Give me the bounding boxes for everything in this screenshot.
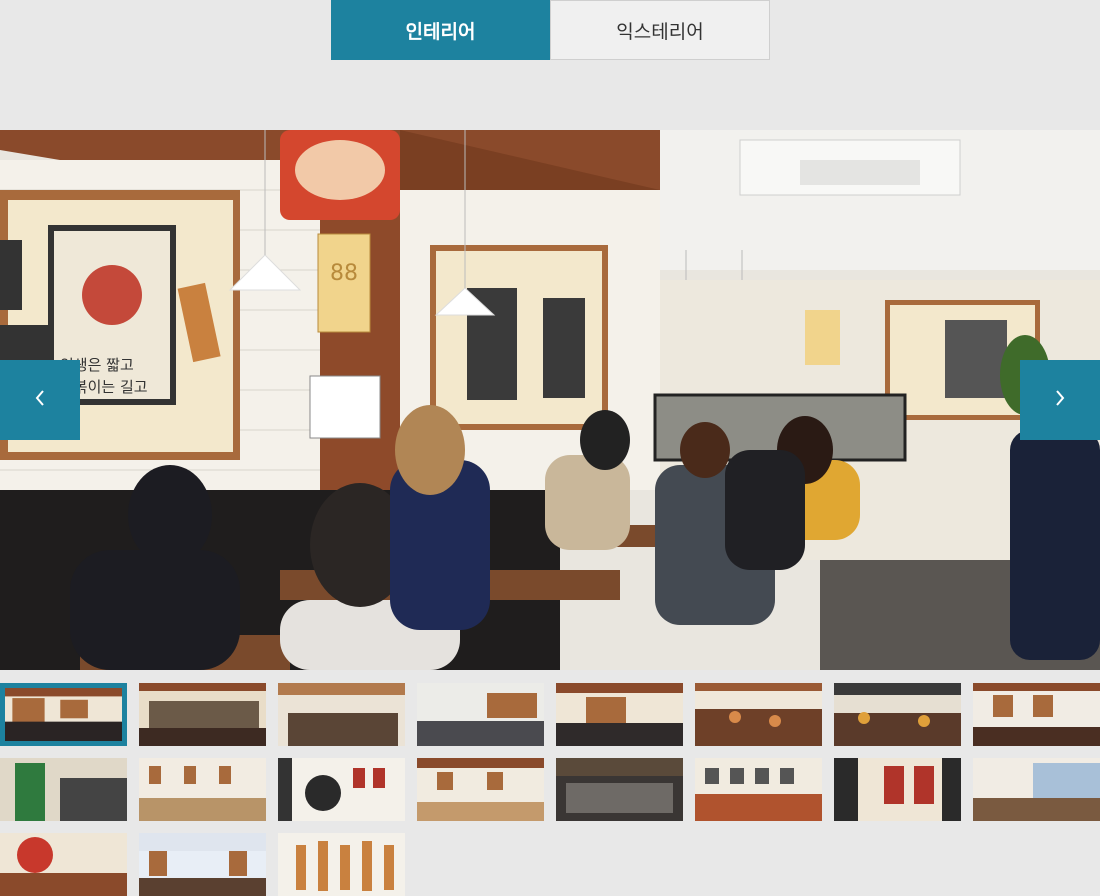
thumbnail-1[interactable]	[0, 683, 127, 746]
interior-exterior-tabs: 인테리어 익스테리어	[331, 0, 770, 60]
gallery-next-button[interactable]	[1020, 360, 1100, 440]
thumbnail-3[interactable]	[278, 683, 405, 746]
thumbnail-10[interactable]	[139, 758, 266, 821]
tab-interior[interactable]: 인테리어	[331, 0, 550, 60]
chevron-left-icon	[33, 388, 47, 412]
thumbnail-17[interactable]	[0, 833, 127, 896]
thumbnail-13[interactable]	[556, 758, 683, 821]
thumbnail-4[interactable]	[417, 683, 544, 746]
svg-text:88: 88	[330, 261, 358, 286]
thumbnail-7[interactable]	[834, 683, 961, 746]
thumbnail-5[interactable]	[556, 683, 683, 746]
thumbnail-6[interactable]	[695, 683, 822, 746]
thumbnail-9[interactable]	[0, 758, 127, 821]
thumbnail-18[interactable]	[139, 833, 266, 896]
tab-exterior[interactable]: 익스테리어	[550, 0, 770, 60]
gallery-prev-button[interactable]	[0, 360, 80, 440]
thumbnail-12[interactable]	[417, 758, 544, 821]
main-gallery-photo: 인생은 짧고 떡볶이는 길고 88	[0, 130, 1100, 670]
thumbnail-15[interactable]	[834, 758, 961, 821]
thumbnail-14[interactable]	[695, 758, 822, 821]
thumbnail-19[interactable]	[278, 833, 405, 896]
chevron-right-icon	[1053, 388, 1067, 412]
thumbnail-11[interactable]	[278, 758, 405, 821]
thumbnail-16[interactable]	[973, 758, 1100, 821]
thumbnail-2[interactable]	[139, 683, 266, 746]
thumbnail-8[interactable]	[973, 683, 1100, 746]
